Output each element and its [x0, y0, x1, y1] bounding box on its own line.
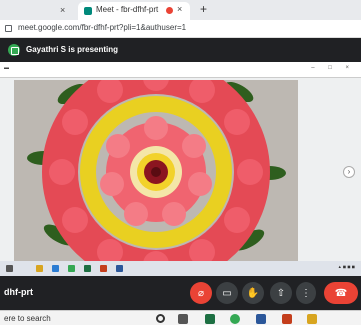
mic-off-icon: ⌀: [197, 287, 205, 299]
tab-title: Meet - fbr-dfhf-prt: [96, 5, 159, 14]
shared-chrome-icon: [68, 265, 75, 272]
shared-system-tray-icon: ▲ ◼ ◼ ◼: [337, 264, 355, 269]
word-icon[interactable]: [256, 314, 266, 324]
shared-edge-icon: [52, 265, 59, 272]
shared-screen-titlebar: ▬ – □ ×: [0, 62, 361, 78]
new-tab-button[interactable]: +: [200, 2, 207, 16]
hang-up-icon: ☎: [334, 287, 348, 299]
camera-toggle-button[interactable]: ▭: [216, 282, 238, 304]
window-controls-icon: – □ ×: [311, 65, 355, 71]
presenting-banner: Gayathri S is presenting: [0, 38, 361, 62]
present-button[interactable]: ⇧: [270, 282, 292, 304]
address-bar[interactable]: meet.google.com/fbr-dfhf-prt?pli=1&authu…: [0, 20, 361, 38]
meeting-code: dhf-prt: [4, 287, 33, 297]
next-slide-button[interactable]: ›: [343, 166, 355, 178]
browser-tab-strip: × Meet - fbr-dfhf-prt × +: [0, 0, 361, 20]
taskbar-search-text[interactable]: ere to search: [4, 314, 51, 323]
shared-screen-taskbar: ▲ ◼ ◼ ◼: [0, 261, 361, 276]
screenshot-frame: × Meet - fbr-dfhf-prt × + meet.google.co…: [0, 0, 361, 325]
raise-hand-button[interactable]: ✋: [242, 282, 264, 304]
rangoli-photo: [14, 80, 298, 266]
tab-meet[interactable]: Meet - fbr-dfhf-prt ×: [78, 2, 190, 20]
url-text[interactable]: meet.google.com/fbr-dfhf-prt?pli=1&authu…: [18, 23, 186, 32]
windows-taskbar: ere to search: [0, 310, 361, 325]
hand-icon: ✋: [246, 287, 260, 299]
present-screen-icon: ⇧: [276, 287, 286, 299]
meet-favicon-icon: [84, 7, 92, 15]
shared-ppt-icon: [100, 265, 107, 272]
chrome-icon[interactable]: [230, 314, 240, 324]
rangoli-image: [14, 80, 298, 266]
mic-toggle-button[interactable]: ⌀: [190, 282, 212, 304]
cortana-icon[interactable]: [156, 314, 165, 323]
more-vert-icon: ⋮: [301, 287, 311, 299]
recording-dot-icon: [166, 7, 173, 14]
excel-icon[interactable]: [205, 314, 215, 324]
shared-folder-icon: [36, 265, 43, 272]
shared-start-icon: [6, 265, 13, 272]
leave-call-button[interactable]: ☎: [324, 282, 358, 304]
lock-icon: [5, 25, 12, 32]
shared-window-label-icon: ▬: [4, 65, 9, 71]
shared-excel-icon: [84, 265, 91, 272]
shared-screen: ▬ – □ × › ▲ ◼ ◼ ◼: [0, 62, 361, 276]
presenting-icon: [8, 44, 20, 56]
prev-tab-close-icon[interactable]: ×: [60, 5, 65, 15]
presenting-text: Gayathri S is presenting: [26, 45, 119, 54]
meet-controls-bar: dhf-prt ⌀ ▭ ✋ ⇧ ⋮ ☎: [0, 276, 361, 310]
shared-word-icon: [116, 265, 123, 272]
powerpoint-icon[interactable]: [282, 314, 292, 324]
more-options-button[interactable]: ⋮: [296, 282, 316, 304]
task-view-icon[interactable]: [178, 314, 188, 324]
file-explorer-icon[interactable]: [307, 314, 317, 324]
camera-icon: ▭: [222, 287, 232, 299]
tab-close-icon[interactable]: ×: [177, 4, 182, 14]
